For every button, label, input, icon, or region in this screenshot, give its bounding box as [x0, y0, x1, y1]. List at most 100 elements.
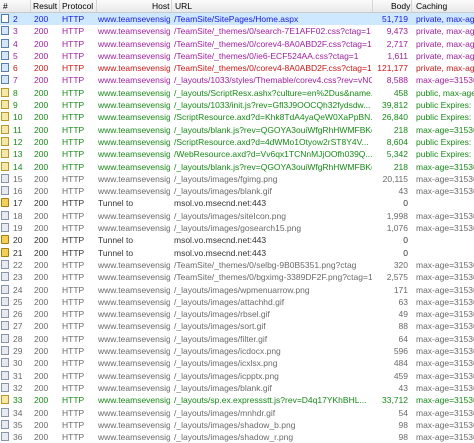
session-row[interactable]: 6 200 HTTP www.teamsevensig... /TeamSite/_th… — [0, 62, 474, 74]
row-body-size: 98 — [398, 432, 408, 443]
column-divider[interactable] — [171, 0, 172, 12]
row-type-icon — [1, 197, 11, 209]
row-caching: max-age=315360... — [416, 333, 474, 344]
session-row[interactable]: 32 200 HTTP www.teamsevensig... /_layouts/im… — [0, 382, 474, 394]
row-url: /TeamSite/_themes/0/search-7E1AFF02.css?… — [174, 26, 371, 37]
row-protocol: HTTP — [62, 296, 85, 307]
session-row[interactable]: 13 200 HTTP www.teamsevensig... /WebResource… — [0, 148, 474, 160]
row-caching: max-age=315360... — [416, 75, 474, 86]
row-url: /_layouts/images/wpmenuarrow.png — [174, 284, 310, 295]
session-row[interactable]: 31 200 HTTP www.teamsevensig... /_layouts/im… — [0, 370, 474, 382]
session-row[interactable]: 17 200 HTTP Tunnel to msol.vo.msecnd.net:443… — [0, 197, 474, 209]
row-number: 6 — [13, 63, 18, 74]
image-icon — [1, 223, 9, 233]
row-caching: public, max-age= — [416, 87, 474, 98]
column-divider[interactable] — [30, 0, 31, 12]
session-row[interactable]: 28 200 HTTP www.teamsevensig... /_layouts/im… — [0, 333, 474, 345]
session-row[interactable]: 7 200 HTTP www.teamsevensig... /_layouts/103… — [0, 74, 474, 86]
header-protocol[interactable]: Protocol — [62, 1, 93, 11]
row-type-icon — [1, 357, 11, 369]
row-body-size: 8,604 — [386, 136, 408, 147]
row-protocol: HTTP — [62, 75, 85, 86]
row-protocol: HTTP — [62, 309, 85, 320]
css-icon — [1, 26, 9, 36]
row-number: 10 — [13, 112, 23, 123]
row-url: /_layouts/images/fgimg.png — [174, 173, 278, 184]
session-row[interactable]: 11 200 HTTP www.teamsevensig... /_layouts/bl… — [0, 124, 474, 136]
session-row[interactable]: 5 200 HTTP www.teamsevensig... /TeamSite/_th… — [0, 50, 474, 62]
header-host[interactable]: Host — [152, 1, 169, 11]
column-header-bar: # Result Protocol Host URL Body Caching — [0, 0, 474, 13]
column-divider[interactable] — [411, 0, 412, 12]
sessions-grid: # Result Protocol Host URL Body Caching … — [0, 0, 474, 442]
row-caching: public Expires: Su — [416, 100, 474, 111]
row-body-size: 5,342 — [386, 149, 408, 160]
css-icon — [1, 63, 9, 73]
column-divider[interactable] — [96, 0, 97, 12]
row-number: 35 — [13, 419, 23, 430]
row-url: /WebResource.axd?d=Vv6qx1TCNnMJjOOfh039Q… — [174, 149, 372, 160]
session-row[interactable]: 21 200 HTTP Tunnel to msol.vo.msecnd.net:443… — [0, 247, 474, 259]
row-result: 200 — [34, 14, 49, 24]
row-number: 34 — [13, 407, 23, 418]
session-row[interactable]: 29 200 HTTP www.teamsevensig... /_layouts/im… — [0, 345, 474, 357]
session-row[interactable]: 9 200 HTTP www.teamsevensig... /_layouts/103… — [0, 99, 474, 111]
column-divider[interactable] — [372, 0, 373, 12]
session-row[interactable]: 36 200 HTTP www.teamsevensig... /_layouts/im… — [0, 431, 474, 443]
session-row[interactable]: 14 200 HTTP www.teamsevensig... /_layouts/bl… — [0, 161, 474, 173]
session-row[interactable]: 4 200 HTTP www.teamsevensig... /TeamSite/_th… — [0, 38, 474, 50]
session-row[interactable]: 3 200 HTTP www.teamsevensig... /TeamSite/_th… — [0, 25, 474, 37]
row-type-icon — [1, 124, 11, 136]
row-caching: max-age=315360... — [416, 124, 474, 135]
session-row[interactable]: 15 200 HTTP www.teamsevensig... /_layouts/im… — [0, 173, 474, 185]
row-protocol: HTTP — [62, 382, 85, 393]
row-caching: max-age=315360... — [416, 210, 474, 221]
session-row[interactable]: 8 200 HTTP www.teamsevensig... /_layouts/Scr… — [0, 87, 474, 99]
row-result: 200 — [34, 161, 49, 172]
session-row[interactable]: 22 200 HTTP www.teamsevensig... /TeamSite/_t… — [0, 259, 474, 271]
header-result[interactable]: Result — [33, 1, 57, 11]
session-row[interactable]: 19 200 HTTP www.teamsevensig... /_layouts/im… — [0, 222, 474, 234]
session-row[interactable]: 24 200 HTTP www.teamsevensig... /_layouts/im… — [0, 284, 474, 296]
header-num[interactable]: # — [3, 1, 8, 11]
session-row[interactable]: 18 200 HTTP www.teamsevensig... /_layouts/im… — [0, 210, 474, 222]
row-host: www.teamsevensig... — [98, 149, 170, 160]
row-protocol: HTTP — [62, 321, 85, 332]
session-row[interactable]: 35 200 HTTP www.teamsevensig... /_layouts/im… — [0, 419, 474, 431]
row-url: /_layouts/sp.ex.expressstt.js?rev=D4q17Y… — [174, 395, 367, 406]
session-row[interactable]: 2 200 HTTP www.teamsevensig... /TeamSite/Sit… — [0, 13, 474, 26]
row-number: 5 — [13, 50, 18, 61]
row-protocol: HTTP — [62, 235, 85, 246]
session-row[interactable]: 10 200 HTTP www.teamsevensig... /ScriptResou… — [0, 111, 474, 123]
header-body[interactable]: Body — [391, 1, 410, 11]
row-host: www.teamsevensig... — [98, 382, 170, 393]
row-number: 32 — [13, 382, 23, 393]
row-host: www.teamsevensig... — [98, 309, 170, 320]
session-row[interactable]: 20 200 HTTP Tunnel to msol.vo.msecnd.net:443… — [0, 234, 474, 246]
session-row[interactable]: 25 200 HTTP www.teamsevensig... /_layouts/im… — [0, 296, 474, 308]
session-row[interactable]: 27 200 HTTP www.teamsevensig... /_layouts/im… — [0, 320, 474, 332]
session-row[interactable]: 12 200 HTTP www.teamsevensig... /ScriptResou… — [0, 136, 474, 148]
row-url: msol.vo.msecnd.net:443 — [174, 198, 267, 209]
row-result: 200 — [34, 419, 49, 430]
row-url: /_layouts/images/icxlsx.png — [174, 358, 278, 369]
row-body-size: 2,717 — [386, 38, 408, 49]
row-caching: max-age=315360... — [416, 173, 474, 184]
row-body-size: 1,998 — [386, 210, 408, 221]
header-url[interactable]: URL — [175, 1, 192, 11]
row-number: 12 — [13, 136, 23, 147]
row-result: 200 — [34, 100, 49, 111]
row-url: /_layouts/blank.js?rev=QGOYA3ouiWfgRhHWM… — [174, 161, 372, 172]
session-row[interactable]: 26 200 HTTP www.teamsevensig... /_layouts/im… — [0, 308, 474, 320]
row-type-icon — [1, 394, 11, 406]
row-body-size: 8,588 — [386, 75, 408, 86]
session-row[interactable]: 34 200 HTTP www.teamsevensig... /_layouts/im… — [0, 407, 474, 419]
row-type-icon — [1, 345, 11, 357]
column-divider[interactable] — [59, 0, 60, 12]
session-row[interactable]: 33 200 HTTP www.teamsevensig... /_layouts/sp… — [0, 394, 474, 406]
session-row[interactable]: 16 200 HTTP www.teamsevensig... /_layouts/im… — [0, 185, 474, 197]
header-caching[interactable]: Caching — [416, 1, 447, 11]
session-row[interactable]: 23 200 HTTP www.teamsevensig... /TeamSite/_t… — [0, 271, 474, 283]
session-row[interactable]: 30 200 HTTP www.teamsevensig... /_layouts/im… — [0, 357, 474, 369]
row-host: www.teamsevensig... — [98, 210, 170, 221]
